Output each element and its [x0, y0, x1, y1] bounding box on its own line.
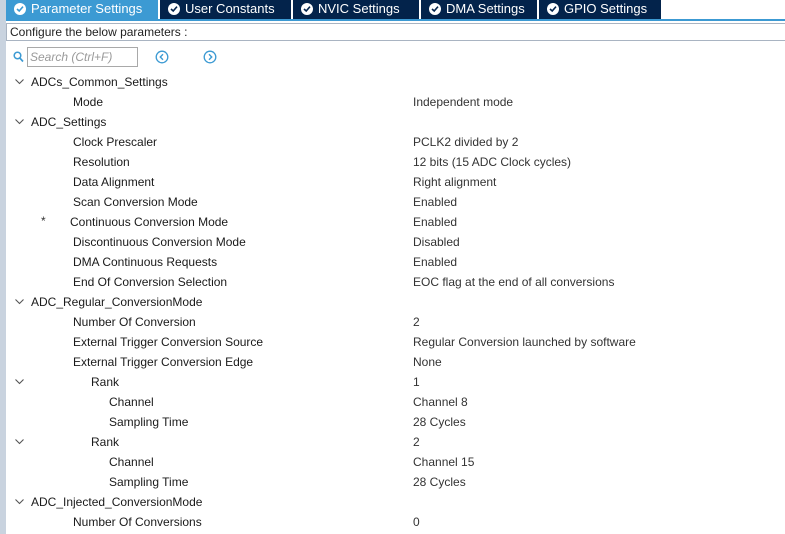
parameter-row[interactable]: Channel Channel 8 — [6, 392, 785, 412]
parameter-value[interactable]: 28 Cycles — [413, 415, 466, 429]
tab-label: DMA Settings — [446, 1, 525, 16]
check-circle-icon — [547, 3, 559, 15]
tab-bar: Parameter Settings User Constants NVIC S… — [6, 0, 785, 19]
parameter-value[interactable]: Right alignment — [413, 175, 496, 189]
check-circle-icon — [14, 3, 26, 15]
parameter-value[interactable]: 28 Cycles — [413, 475, 466, 489]
parameter-row[interactable]: Sampling Time 28 Cycles — [6, 472, 785, 492]
group-label: ADC_Injected_ConversionMode — [31, 495, 203, 509]
tree-group-row[interactable]: ADC_Regular_ConversionMode — [6, 292, 785, 312]
instruction-text: Configure the below parameters : — [10, 25, 188, 39]
parameter-name: Channel — [109, 455, 154, 469]
group-label: ADC_Regular_ConversionMode — [31, 295, 203, 309]
parameter-value[interactable]: Enabled — [413, 215, 457, 229]
parameter-row[interactable]: DMA Continuous Requests Enabled — [6, 252, 785, 272]
parameter-value[interactable]: EOC flag at the end of all conversions — [413, 275, 614, 289]
parameter-row[interactable]: Discontinuous Conversion Mode Disabled — [6, 232, 785, 252]
parameter-row[interactable]: End Of Conversion Selection EOC flag at t… — [6, 272, 785, 292]
chevron-down-icon[interactable] — [14, 496, 25, 507]
parameter-row[interactable]: Sampling Time 28 Cycles — [6, 412, 785, 432]
tab-label: Parameter Settings — [31, 1, 143, 16]
tab-label: User Constants — [185, 1, 275, 16]
parameter-value[interactable]: Independent mode — [413, 95, 513, 109]
parameter-row[interactable]: Number Of Conversion 2 — [6, 312, 785, 332]
parameter-row[interactable]: Channel Channel 15 — [6, 452, 785, 472]
parameter-row[interactable]: Resolution 12 bits (15 ADC Clock cycles) — [6, 152, 785, 172]
group-label: ADC_Settings — [31, 115, 107, 129]
parameter-name: DMA Continuous Requests — [73, 255, 218, 269]
parameter-value[interactable]: Enabled — [413, 195, 457, 209]
chevron-down-icon[interactable] — [14, 116, 25, 127]
tree-group-row[interactable]: ADC_Settings — [6, 112, 785, 132]
search-input[interactable] — [27, 47, 138, 67]
instruction-bar: Configure the below parameters : — [6, 23, 785, 41]
parameter-value[interactable]: Channel 8 — [413, 395, 468, 409]
parameter-name: Resolution — [73, 155, 130, 169]
tree-group-row[interactable]: Rank 2 — [6, 432, 785, 452]
parameter-name: Number Of Conversion — [73, 315, 196, 329]
tree-group-row[interactable]: ADCs_Common_Settings — [6, 72, 785, 92]
parameter-name: Sampling Time — [109, 415, 189, 429]
parameter-name: End Of Conversion Selection — [73, 275, 228, 289]
parameter-row[interactable]: Scan Conversion Mode Enabled — [6, 192, 785, 212]
group-label: Rank — [91, 435, 120, 449]
tree-group-row[interactable]: ADC_Injected_ConversionMode — [6, 492, 785, 512]
check-circle-icon — [429, 3, 441, 15]
chevron-down-icon[interactable] — [14, 76, 25, 87]
parameter-value[interactable]: Disabled — [413, 235, 460, 249]
parameter-name: Channel — [109, 395, 154, 409]
parameter-name: External Trigger Conversion Edge — [73, 355, 254, 369]
parameter-name: Number Of Conversions — [73, 515, 202, 529]
check-circle-icon — [301, 3, 313, 15]
parameter-value[interactable]: Enabled — [413, 255, 457, 269]
modified-marker: * — [41, 214, 46, 228]
parameter-row[interactable]: * Continuous Conversion Mode Enabled — [6, 212, 785, 232]
parameter-row[interactable]: Number Of Conversions 0 — [6, 512, 785, 532]
parameter-value[interactable]: Regular Conversion launched by software — [413, 335, 636, 349]
parameter-name: Discontinuous Conversion Mode — [73, 235, 246, 249]
tab-underline — [6, 19, 785, 21]
parameter-name: Data Alignment — [73, 175, 155, 189]
parameter-name: Scan Conversion Mode — [73, 195, 198, 209]
parameter-value[interactable]: 12 bits (15 ADC Clock cycles) — [413, 155, 571, 169]
parameter-name: Clock Prescaler — [73, 135, 158, 149]
parameter-value[interactable]: 0 — [413, 515, 420, 529]
tab-parameter-settings[interactable]: Parameter Settings — [6, 0, 159, 19]
parameter-row[interactable]: Clock Prescaler PCLK2 divided by 2 — [6, 132, 785, 152]
parameter-value[interactable]: None — [413, 355, 442, 369]
tab-user-constants[interactable]: User Constants — [160, 0, 292, 19]
parameter-row[interactable]: Data Alignment Right alignment — [6, 172, 785, 192]
tree-group-row[interactable]: Rank 1 — [6, 372, 785, 392]
parameter-row[interactable]: Mode Independent mode — [6, 92, 785, 112]
parameter-row[interactable]: External Trigger Conversion Source Regula… — [6, 332, 785, 352]
chevron-down-icon[interactable] — [14, 296, 25, 307]
tab-label: GPIO Settings — [564, 1, 648, 16]
parameter-value[interactable]: PCLK2 divided by 2 — [413, 135, 518, 149]
chevron-down-icon[interactable] — [14, 436, 25, 447]
parameter-value[interactable]: Channel 15 — [413, 455, 474, 469]
tab-gpio-settings[interactable]: GPIO Settings — [539, 0, 662, 19]
search-previous-icon[interactable] — [155, 50, 169, 64]
check-circle-icon — [168, 3, 180, 15]
parameter-name: External Trigger Conversion Source — [73, 335, 264, 349]
chevron-down-icon[interactable] — [14, 376, 25, 387]
parameter-name: Mode — [73, 95, 104, 109]
parameter-name: Continuous Conversion Mode — [70, 215, 229, 229]
search-icon — [13, 51, 24, 63]
parameter-value[interactable]: 2 — [413, 435, 420, 449]
group-label: ADCs_Common_Settings — [31, 75, 168, 89]
tab-label: NVIC Settings — [318, 1, 400, 16]
parameter-row[interactable]: External Trigger Conversion Edge None — [6, 352, 785, 372]
parameter-value[interactable]: 1 — [413, 375, 420, 389]
tab-dma-settings[interactable]: DMA Settings — [421, 0, 538, 19]
parameter-value[interactable]: 2 — [413, 315, 420, 329]
tab-nvic-settings[interactable]: NVIC Settings — [293, 0, 420, 19]
group-label: Rank — [91, 375, 120, 389]
parameter-name: Sampling Time — [109, 475, 189, 489]
search-next-icon[interactable] — [203, 50, 217, 64]
